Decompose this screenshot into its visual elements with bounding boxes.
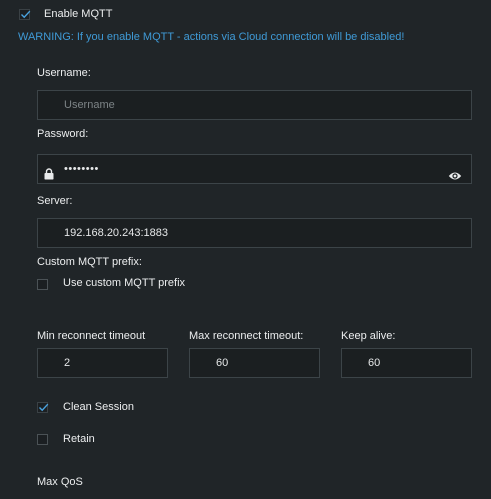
check-icon: [21, 10, 31, 19]
max-reconnect-value: 60: [216, 357, 229, 369]
max-qos-label: Max QoS: [37, 476, 83, 488]
retain-label: Retain: [63, 433, 95, 445]
username-label: Username:: [37, 67, 91, 79]
server-label: Server:: [37, 195, 73, 207]
keep-alive-label: Keep alive:: [341, 330, 396, 342]
username-placeholder: Username: [64, 99, 115, 111]
max-reconnect-input[interactable]: 60: [189, 348, 320, 378]
clean-session-label: Clean Session: [63, 401, 134, 413]
max-reconnect-label: Max reconnect timeout:: [189, 330, 304, 342]
check-icon: [39, 403, 49, 412]
password-label: Password:: [37, 128, 89, 140]
lock-icon: [44, 163, 54, 180]
custom-prefix-checkbox-label: Use custom MQTT prefix: [63, 277, 186, 289]
password-value: ••••••••: [64, 163, 99, 175]
custom-prefix-label: Custom MQTT prefix:: [37, 256, 142, 268]
server-input[interactable]: 192.168.20.243:1883: [37, 218, 472, 248]
cloud-warning-text: WARNING: If you enable MQTT - actions vi…: [18, 31, 405, 43]
min-reconnect-label: Min reconnect timeout: [37, 330, 146, 342]
username-input[interactable]: Username: [37, 90, 472, 120]
retain-checkbox[interactable]: [37, 434, 48, 445]
enable-mqtt-checkbox[interactable]: [19, 9, 31, 20]
clean-session-checkbox[interactable]: [37, 402, 49, 413]
server-value: 192.168.20.243:1883: [64, 227, 168, 239]
keep-alive-input[interactable]: 60: [341, 348, 472, 378]
min-reconnect-input[interactable]: 2: [37, 348, 168, 378]
enable-mqtt-label: Enable MQTT: [44, 8, 113, 20]
password-input[interactable]: ••••••••: [37, 154, 472, 184]
eye-icon[interactable]: [448, 164, 462, 180]
min-reconnect-value: 2: [64, 357, 71, 369]
keep-alive-value: 60: [368, 357, 381, 369]
custom-prefix-checkbox[interactable]: [37, 279, 48, 290]
